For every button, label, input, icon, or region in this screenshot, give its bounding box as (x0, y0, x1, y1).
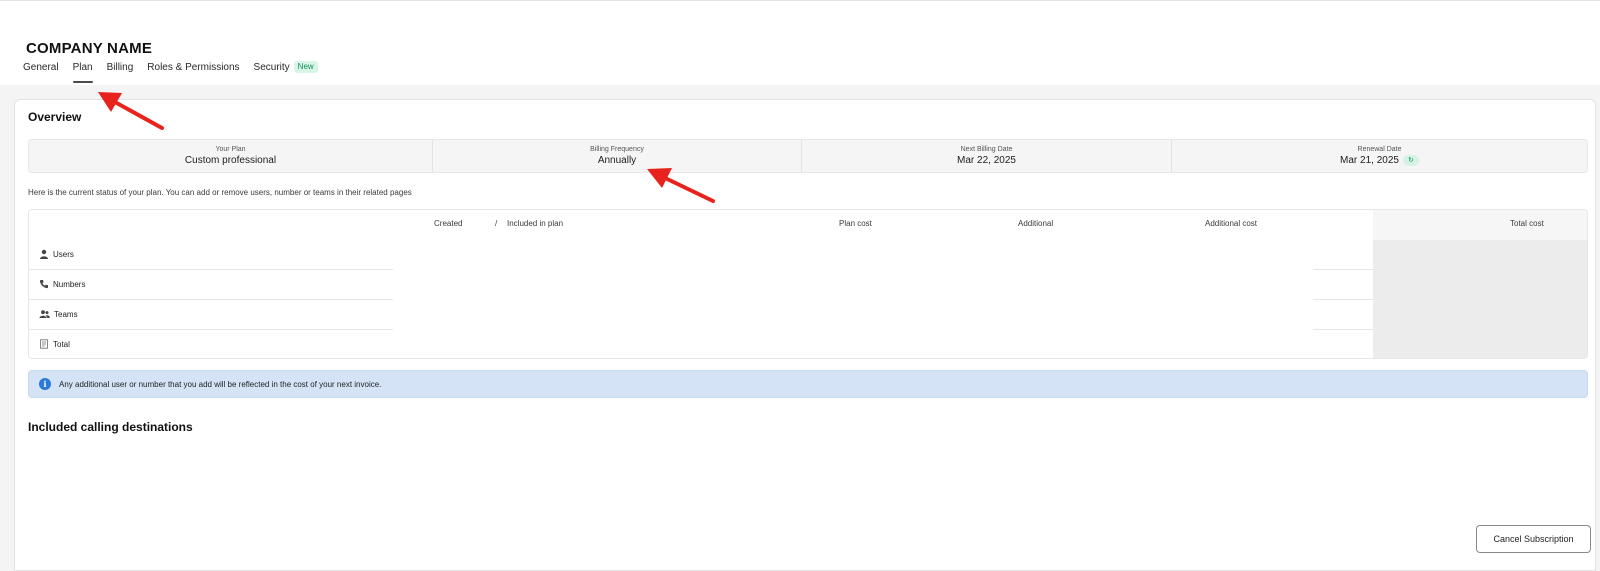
row-label-text: Numbers (53, 279, 86, 289)
summary-value-wrap: Mar 21, 2025 ↻ (1340, 154, 1419, 167)
info-icon: i (39, 378, 51, 390)
table-row: Total (29, 330, 1373, 358)
team-icon (39, 310, 50, 318)
summary-label: Next Billing Date (960, 146, 1013, 153)
summary-value: Annually (597, 155, 637, 166)
summary-value: Mar 21, 2025 (1340, 155, 1399, 166)
summary-next-billing-date: Next Billing Date Mar 22, 2025 (802, 140, 1172, 172)
tab-general[interactable]: General (23, 61, 59, 77)
row-label-text: Teams (54, 309, 78, 319)
summary-value: Custom professional (184, 155, 277, 166)
total-cost-header-cell (1373, 210, 1587, 240)
header-plan-cost: Plan cost (839, 219, 872, 228)
new-badge: New (293, 61, 318, 73)
plan-status-text: Here is the current status of your plan.… (28, 188, 412, 197)
tab-security-label: Security (253, 62, 290, 73)
tab-security[interactable]: Security New (254, 61, 318, 77)
header-included-in-plan: Included in plan (507, 219, 564, 228)
header-additional: Additional (1018, 219, 1054, 228)
summary-your-plan: Your Plan Custom professional (29, 140, 433, 172)
header-separator: / (495, 219, 498, 228)
info-banner-text: Any additional user or number that you a… (59, 379, 382, 389)
summary-billing-frequency: Billing Frequency Annually (433, 140, 802, 172)
cancel-subscription-button[interactable]: Cancel Subscription (1476, 525, 1591, 553)
phone-icon (39, 280, 48, 289)
tab-plan[interactable]: Plan (72, 61, 93, 83)
summary-label: Renewal Date (1357, 146, 1402, 153)
renew-icon[interactable]: ↻ (1402, 155, 1419, 166)
row-label-text: Users (53, 249, 74, 259)
header-additional-cost: Additional cost (1205, 219, 1258, 228)
row-label-text: Total (53, 339, 70, 349)
header-total-cost: Total cost (1510, 219, 1544, 228)
overview-title: Overview (28, 110, 82, 124)
included-calling-destinations-title: Included calling destinations (28, 420, 193, 434)
header-created: Created (434, 219, 463, 228)
summary-label: Billing Frequency (590, 146, 644, 153)
settings-tabs: General Plan Billing Roles & Permissions… (23, 61, 332, 83)
summary-value: Mar 22, 2025 (957, 155, 1016, 166)
summary-label: Your Plan (215, 146, 246, 153)
table-row: Numbers (29, 270, 1373, 300)
row-label-total: Total (39, 339, 70, 349)
plan-usage-table: Created / Included in plan Plan cost Add… (28, 209, 1588, 359)
row-label-users: Users (39, 249, 74, 259)
receipt-icon (40, 339, 48, 349)
user-icon (40, 249, 48, 259)
row-label-teams: Teams (39, 309, 78, 319)
plan-summary-bar: Your Plan Custom professional Billing Fr… (28, 139, 1588, 173)
tab-roles-permissions[interactable]: Roles & Permissions (147, 61, 239, 77)
table-row: Users (29, 240, 1373, 270)
summary-renewal-date: Renewal Date Mar 21, 2025 ↻ (1172, 140, 1587, 172)
info-banner: i Any additional user or number that you… (28, 370, 1588, 398)
row-label-numbers: Numbers (39, 279, 85, 289)
table-row: Teams (29, 300, 1373, 330)
company-name: COMPANY NAME (26, 40, 153, 57)
tab-billing[interactable]: Billing (107, 61, 134, 77)
